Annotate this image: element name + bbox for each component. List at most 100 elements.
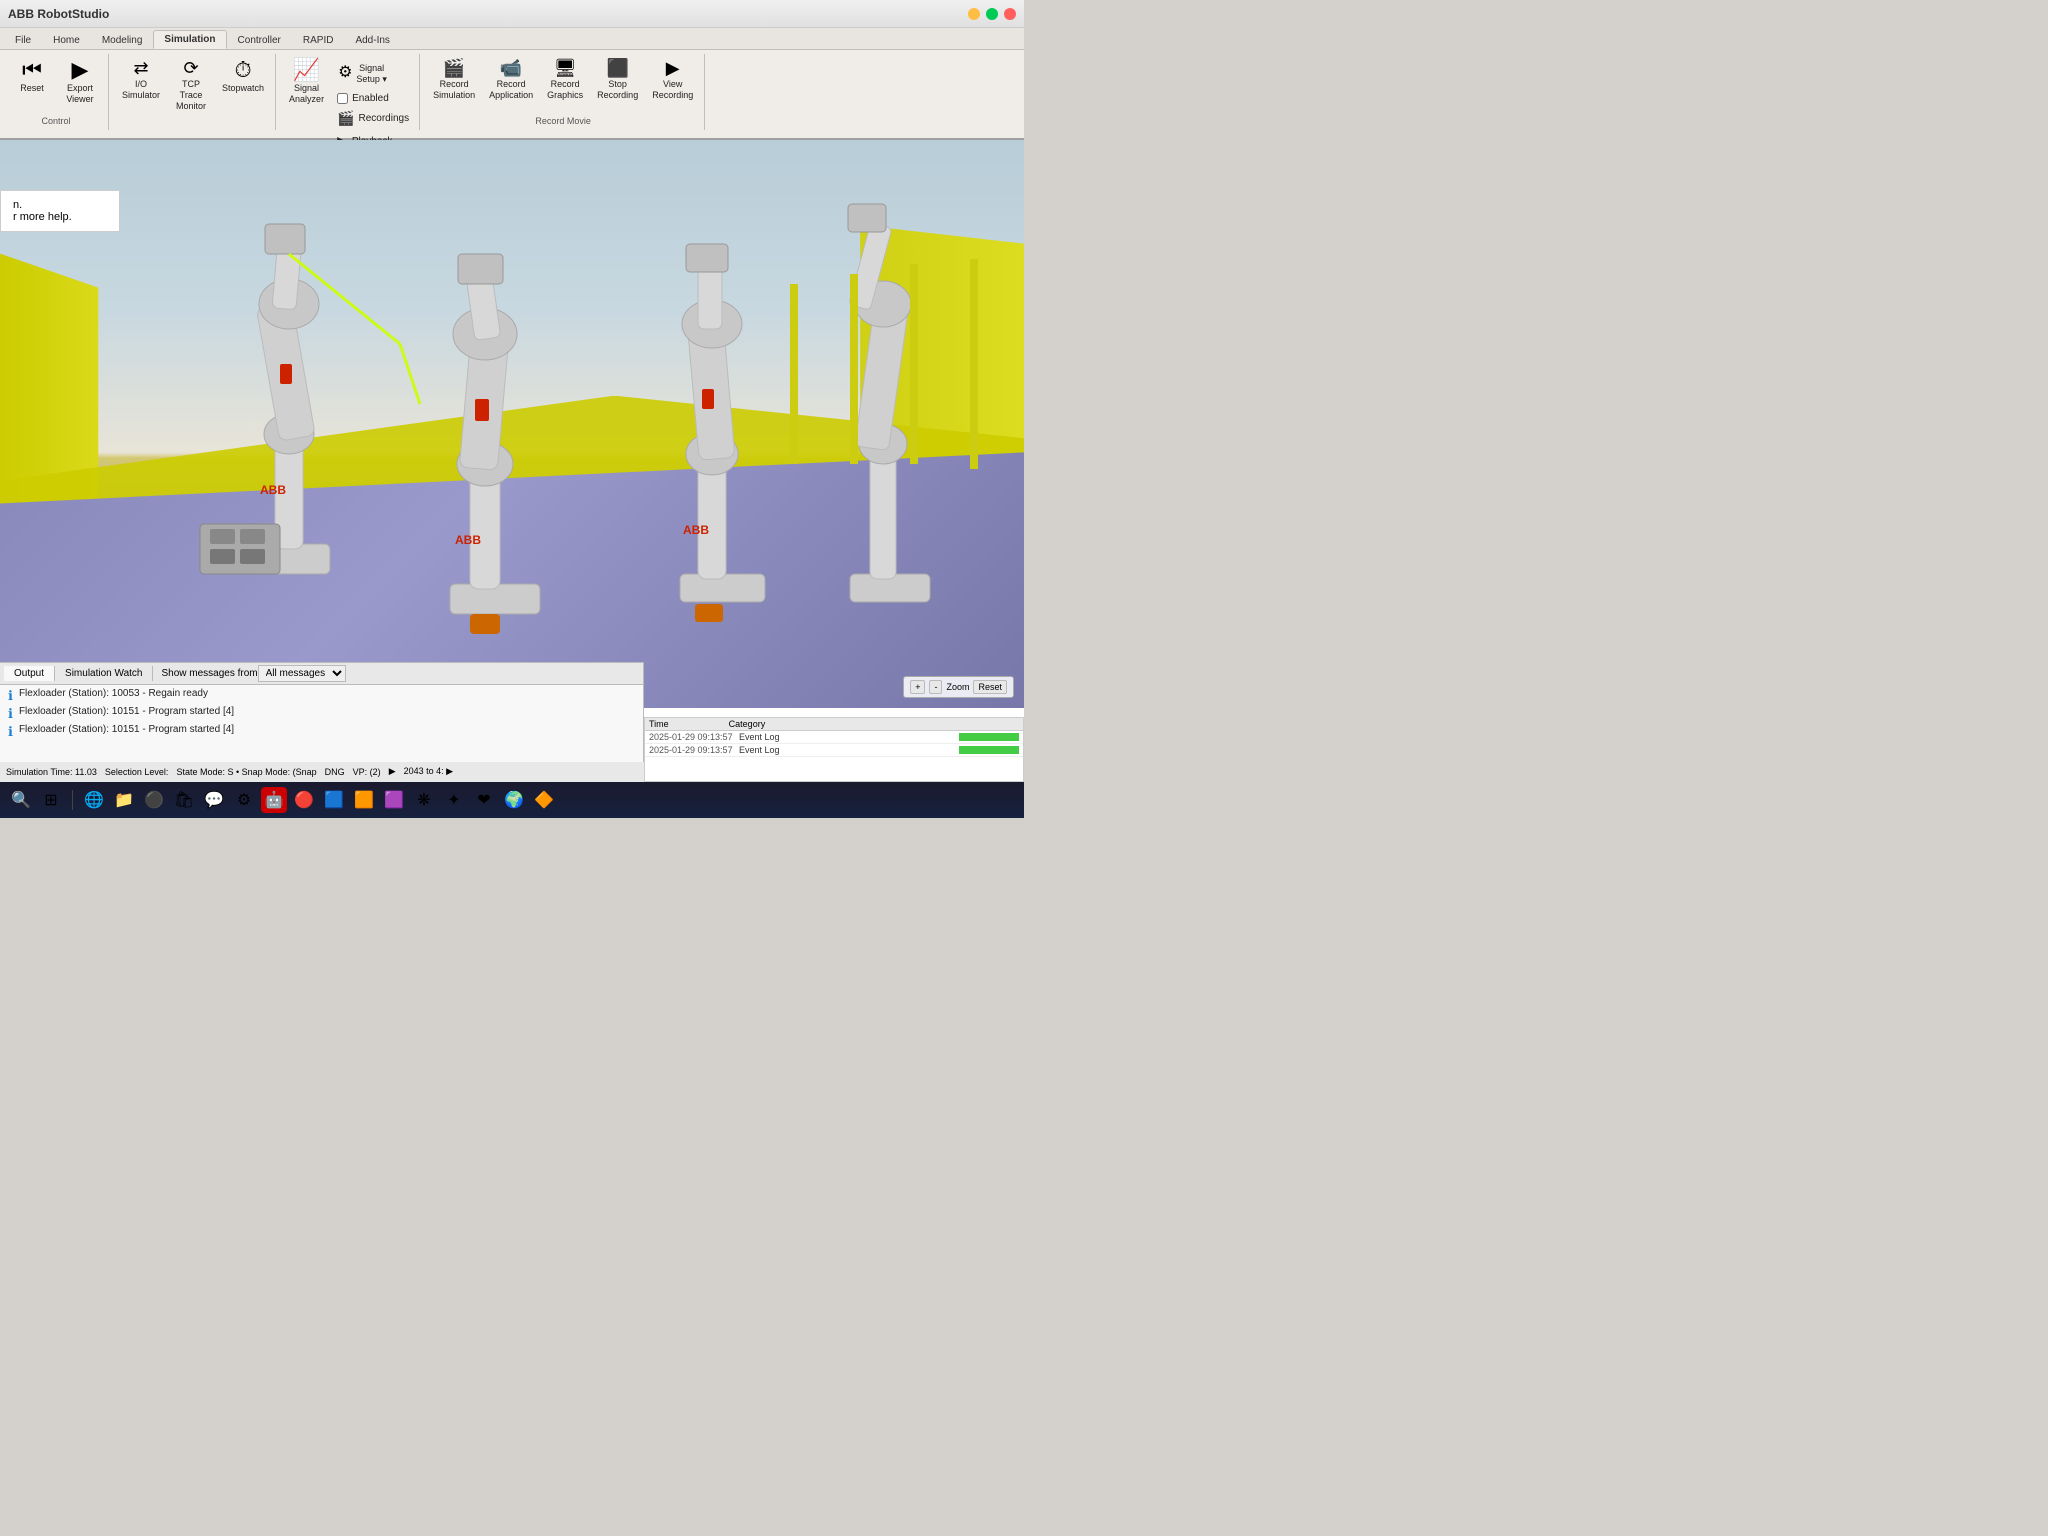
- taskbar-edge[interactable]: 🌐: [81, 787, 107, 813]
- msg-text-0: Flexloader (Station): 10053 - Regain rea…: [19, 688, 208, 699]
- recordings-label: Recordings: [359, 113, 410, 124]
- maximize-btn[interactable]: [986, 8, 998, 20]
- tab-addins[interactable]: Add-Ins: [344, 31, 400, 49]
- play-icon[interactable]: ▶: [389, 766, 396, 777]
- help-line1: n.: [13, 199, 107, 211]
- tcp-trace-button[interactable]: ⟳ TCPTraceMonitor: [169, 56, 213, 114]
- export-label: ExportViewer: [66, 83, 93, 105]
- view-recording-icon: ▶: [666, 59, 680, 77]
- view-recording-label: ViewRecording: [652, 79, 693, 101]
- robot-arm-1: ABB: [250, 224, 420, 574]
- io-simulator-button[interactable]: ⇄ I/OSimulator: [117, 56, 165, 114]
- event-time-2: 2025-01-29 09:13:57: [649, 745, 739, 755]
- tab-controller[interactable]: Controller: [227, 31, 292, 49]
- zoom-in-btn[interactable]: +: [910, 680, 925, 694]
- taskbar-explorer[interactable]: 📁: [111, 787, 137, 813]
- reset-view-btn[interactable]: Reset: [973, 680, 1007, 694]
- signal-setup-label: SignalSetup ▾: [356, 63, 387, 85]
- taskbar-store[interactable]: 🛍: [171, 787, 197, 813]
- event-time-header: Time: [649, 719, 669, 729]
- taskbar-robot[interactable]: 🤖: [261, 787, 287, 813]
- svg-text:ABB: ABB: [455, 533, 481, 547]
- io-simulator-label: I/OSimulator: [122, 79, 160, 101]
- taskbar: 🔍 ⊞ 🌐 📁 ⚫ 🛍 💬 ⚙ 🤖 🔴 🟦 🟧 🟪 ❋ ✦ ❤ 🌍 🔶: [0, 782, 1024, 818]
- stop-recording-label: StopRecording: [597, 79, 638, 101]
- info-icon-1: ℹ: [8, 706, 13, 722]
- record-application-button[interactable]: 📹 RecordApplication: [484, 56, 538, 114]
- ribbon-group-record: 🎬 RecordSimulation 📹 RecordApplication 🖥…: [422, 54, 705, 130]
- enabled-label: Enabled: [352, 93, 389, 104]
- tab-simulation-watch[interactable]: Simulation Watch: [55, 666, 153, 681]
- msg-row-1: ℹ Flexloader (Station): 10151 - Program …: [8, 705, 635, 723]
- enabled-checkbox[interactable]: [337, 93, 348, 104]
- signal-setup-button[interactable]: ⚙ SignalSetup ▾: [333, 60, 413, 88]
- stopwatch-label: Stopwatch: [222, 83, 264, 94]
- taskbar-blue-app[interactable]: 🟦: [321, 787, 347, 813]
- taskbar-teams[interactable]: 💬: [201, 787, 227, 813]
- signal-analyzer-icon: 📈: [293, 59, 320, 81]
- event-bar-2: [959, 746, 1019, 754]
- output-messages: ℹ Flexloader (Station): 10053 - Regain r…: [0, 685, 643, 763]
- dng-label: DNG: [325, 767, 345, 777]
- export-viewer-button[interactable]: ▶ ExportViewer: [58, 56, 102, 114]
- taskbar-separator: [72, 790, 73, 810]
- msg-row-0: ℹ Flexloader (Station): 10053 - Regain r…: [8, 687, 635, 705]
- taskbar-diamond-app[interactable]: 🔶: [531, 787, 557, 813]
- filter-label: Show messages from: [161, 668, 257, 679]
- stop-recording-button[interactable]: ⬛ StopRecording: [592, 56, 643, 114]
- tab-rapid[interactable]: RAPID: [292, 31, 345, 49]
- taskbar-settings[interactable]: ⚙: [231, 787, 257, 813]
- tab-output[interactable]: Output: [4, 666, 55, 681]
- taskbar-chrome[interactable]: ⚫: [141, 787, 167, 813]
- stopwatch-button[interactable]: ⏱ Stopwatch: [217, 56, 269, 114]
- stop-recording-icon: ⬛: [606, 59, 628, 77]
- ribbon: ⏮ Reset ▶ ExportViewer Control ⇄ I/OSimu…: [0, 50, 1024, 140]
- taskbar-star-app[interactable]: ✦: [441, 787, 467, 813]
- tab-modeling[interactable]: Modeling: [91, 31, 154, 49]
- taskbar-taskview[interactable]: ⊞: [38, 787, 64, 813]
- info-icon-0: ℹ: [8, 688, 13, 704]
- record-simulation-button[interactable]: 🎬 RecordSimulation: [428, 56, 480, 114]
- record-group-label: Record Movie: [535, 114, 591, 128]
- zoom-out-btn[interactable]: -: [929, 680, 942, 694]
- sim-status-bar: Simulation Time: 11.03 Selection Level: …: [0, 760, 644, 782]
- record-simulation-icon: 🎬: [443, 59, 465, 77]
- taskbar-red-app[interactable]: 🔴: [291, 787, 317, 813]
- floor-parts: [200, 524, 280, 574]
- state-mode: State Mode: S • Snap Mode: (Snap: [176, 767, 316, 777]
- message-filter-select[interactable]: All messages Errors only Warnings: [258, 665, 346, 682]
- signal-analyzer-button[interactable]: 📈 SignalAnalyzer: [284, 56, 329, 114]
- close-btn[interactable]: [1004, 8, 1016, 20]
- taskbar-heart-app[interactable]: ❤: [471, 787, 497, 813]
- tab-home[interactable]: Home: [42, 31, 91, 49]
- ribbon-tabs: File Home Modeling Simulation Controller…: [0, 28, 1024, 50]
- output-panel: Output Simulation Watch Show messages fr…: [0, 662, 644, 762]
- event-cat-2: Event Log: [739, 745, 959, 755]
- event-log-header: Time Category: [645, 718, 1023, 731]
- reset-icon: ⏮: [22, 59, 42, 81]
- tab-file[interactable]: File: [4, 31, 42, 49]
- reset-button[interactable]: ⏮ Reset: [10, 56, 54, 114]
- taskbar-flower-app[interactable]: ❋: [411, 787, 437, 813]
- event-row-1: 2025-01-29 09:13:57 Event Log: [645, 731, 1023, 744]
- record-application-label: RecordApplication: [489, 79, 533, 101]
- view-recording-button[interactable]: ▶ ViewRecording: [647, 56, 698, 114]
- enabled-check-row[interactable]: Enabled: [333, 91, 413, 106]
- svg-text:ABB: ABB: [260, 483, 286, 497]
- msg-text-1: Flexloader (Station): 10151 - Program st…: [19, 706, 234, 717]
- main-area: ABB ABB: [0, 140, 1024, 818]
- output-tabs-row: Output Simulation Watch Show messages fr…: [0, 663, 643, 685]
- app-title: ABB RobotStudio: [8, 7, 962, 21]
- help-tooltip: n. r more help.: [0, 190, 120, 232]
- recordings-button[interactable]: 🎬 Recordings: [333, 108, 413, 129]
- event-category-header: Category: [729, 719, 766, 729]
- taskbar-search[interactable]: 🔍: [8, 787, 34, 813]
- minimize-btn[interactable]: [968, 8, 980, 20]
- tab-simulation[interactable]: Simulation: [153, 30, 226, 49]
- tcp-label: TCPTraceMonitor: [176, 79, 206, 111]
- record-graphics-button[interactable]: 🖥 RecordGraphics: [542, 56, 588, 114]
- taskbar-globe-app[interactable]: 🌍: [501, 787, 527, 813]
- viewport[interactable]: ABB ABB: [0, 140, 1024, 708]
- taskbar-orange-app[interactable]: 🟧: [351, 787, 377, 813]
- taskbar-purple-app[interactable]: 🟪: [381, 787, 407, 813]
